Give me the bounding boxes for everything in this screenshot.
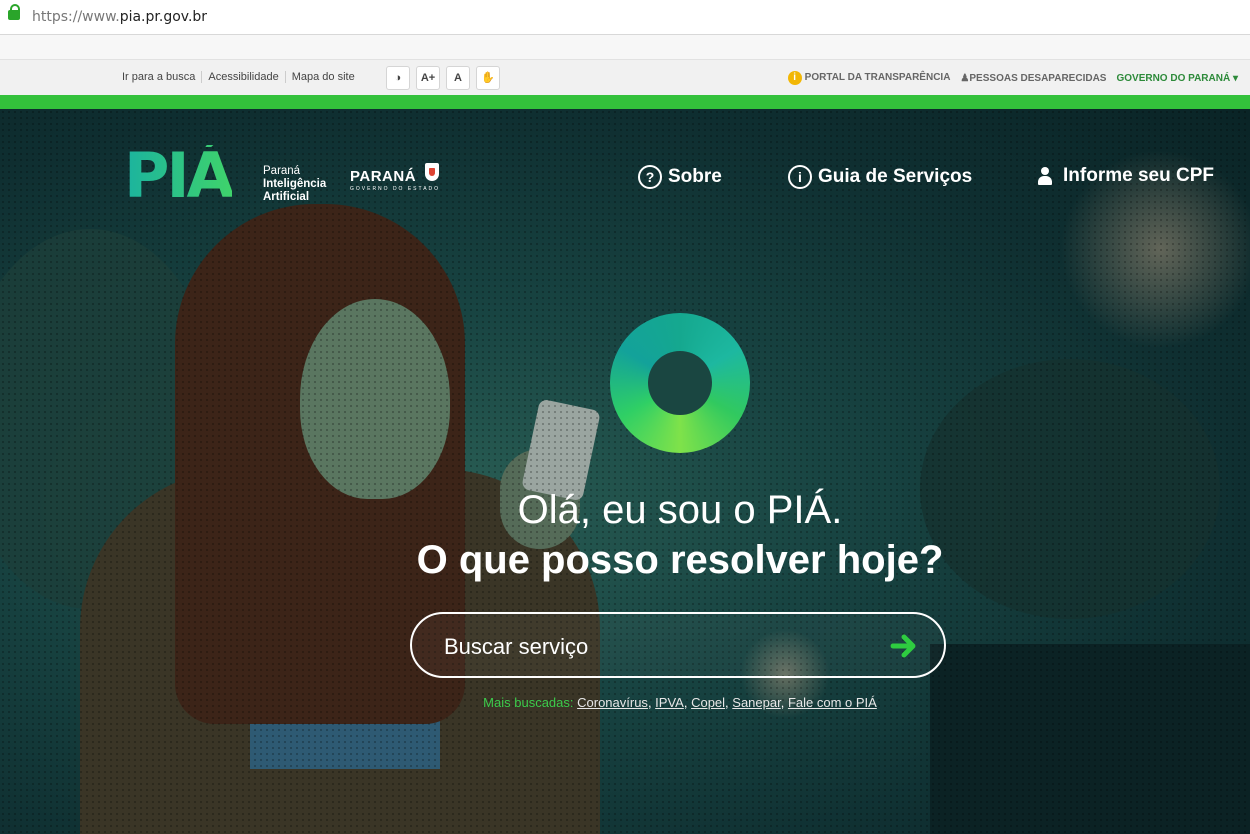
nav-services-guide[interactable]: i Guia de Serviços [788,165,972,189]
caret-down-icon: ▾ [1232,72,1238,84]
parana-shield-icon [425,163,439,181]
transparency-link[interactable]: i PORTAL DA TRANSPARÊNCIA [787,71,950,85]
hero-background [0,109,1250,834]
popular-link-fale-com-pia[interactable]: Fale com o PIÁ [788,695,877,710]
popular-searches: Mais buscadas: Coronavírus, IPVA, Copel,… [483,695,877,710]
gov-right-links: i PORTAL DA TRANSPARÊNCIA ♟PESSOAS DESAPA… [787,71,1238,85]
accessibility-link[interactable]: Acessibilidade [202,71,286,83]
missing-people-link[interactable]: ♟PESSOAS DESAPARECIDAS [960,73,1106,84]
sign-language-button[interactable]: ✋ [476,66,500,90]
popular-link-copel[interactable]: Copel [691,695,725,710]
pia-logo[interactable]: PIÁ [124,145,234,207]
logo-subtitle: Paraná Inteligência Artificial [263,165,327,203]
nav-inform-cpf[interactable]: Informe seu CPF [1037,165,1214,187]
contrast-button[interactable]: ◑ [386,66,410,90]
nav-about[interactable]: ? Sobre [638,165,722,189]
question-heading: O que posso resolver hoje? [416,538,944,582]
increase-font-button[interactable]: A+ [416,66,440,90]
lock-icon [8,4,20,20]
sitemap-link[interactable]: Mapa do site [286,71,361,83]
greeting-text: Olá, eu sou o PIÁ. [517,488,843,532]
popular-link-ipva[interactable]: IPVA [655,695,684,710]
gov-parana-menu[interactable]: GOVERNO DO PARANÁ ▾ [1116,73,1238,84]
address-bar[interactable]: https://www.pia.pr.gov.br [0,0,1250,35]
url-text[interactable]: https://www.pia.pr.gov.br [32,9,207,25]
info-circle-icon: i [788,165,812,189]
gov-links: Ir para a busca Acessibilidade Mapa do sit… [122,71,361,83]
info-icon: i [787,71,802,85]
pia-ring-logo [610,313,750,453]
search-box [410,612,946,678]
user-icon [1037,167,1053,185]
green-divider [0,95,1250,109]
popular-link-coronavirus[interactable]: Coronavírus [577,695,648,710]
accessibility-tools: ◑ A+ A ✋ [386,66,500,90]
bookmarks-bar [0,35,1250,60]
dot-overlay [0,109,1250,834]
search-input[interactable] [442,632,866,662]
default-font-button[interactable]: A [446,66,470,90]
popular-link-sanepar[interactable]: Sanepar [732,695,780,710]
help-circle-icon: ? [638,165,662,189]
arrow-right-icon[interactable] [890,631,920,661]
skip-to-search-link[interactable]: Ir para a busca [122,71,203,83]
